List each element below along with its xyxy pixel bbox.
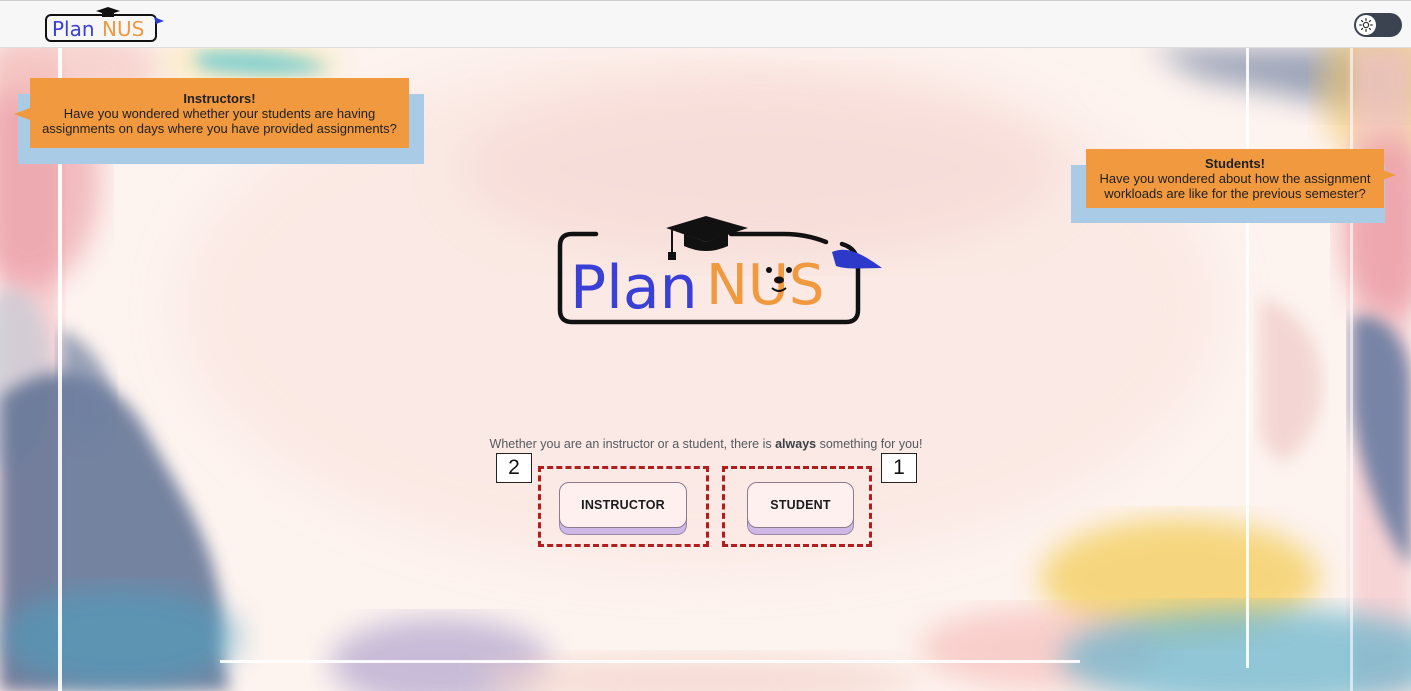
callout-title: Instructors!	[183, 90, 256, 106]
annotation-number-1: 1	[881, 453, 917, 483]
instructors-callout: Instructors! Have you wondered whether y…	[14, 78, 426, 166]
plannus-hero-logo: Plan NUS	[557, 216, 882, 325]
annotation-number-2: 2	[496, 453, 532, 483]
theme-toggle[interactable]	[1354, 13, 1402, 37]
top-navbar: Plan NUS	[0, 0, 1411, 48]
callout-text-line2: assignments on days where you have provi…	[42, 120, 397, 136]
plannus-logo[interactable]: Plan NUS	[44, 5, 168, 45]
svg-text:NUS: NUS	[102, 17, 144, 41]
tagline-emphasis: always	[775, 437, 817, 451]
svg-text:NUS: NUS	[706, 253, 824, 318]
callout-title: Students!	[1205, 156, 1265, 171]
callout-text-line2: workloads are like for the previous seme…	[1104, 186, 1366, 201]
callout-box: Students! Have you wondered about how th…	[1086, 149, 1384, 208]
tagline-text-after: something for you!	[819, 437, 923, 451]
callout-text-line1: Have you wondered whether your students …	[63, 105, 376, 121]
svg-text:Plan: Plan	[570, 253, 698, 323]
sun-icon	[1356, 15, 1376, 35]
callout-text-line1: Have you wondered about how the assignme…	[1099, 171, 1371, 186]
instructor-button[interactable]: INSTRUCTOR	[559, 482, 687, 528]
callout-pointer	[14, 108, 30, 120]
tagline-text-before: Whether you are an instructor or a stude…	[489, 437, 772, 451]
student-button[interactable]: STUDENT	[747, 482, 854, 528]
svg-text:Plan: Plan	[52, 17, 95, 41]
callout-box: Instructors! Have you wondered whether y…	[30, 78, 409, 148]
tagline: Whether you are an instructor or a stude…	[406, 437, 1006, 451]
students-callout: Students! Have you wondered about how th…	[1070, 149, 1400, 225]
